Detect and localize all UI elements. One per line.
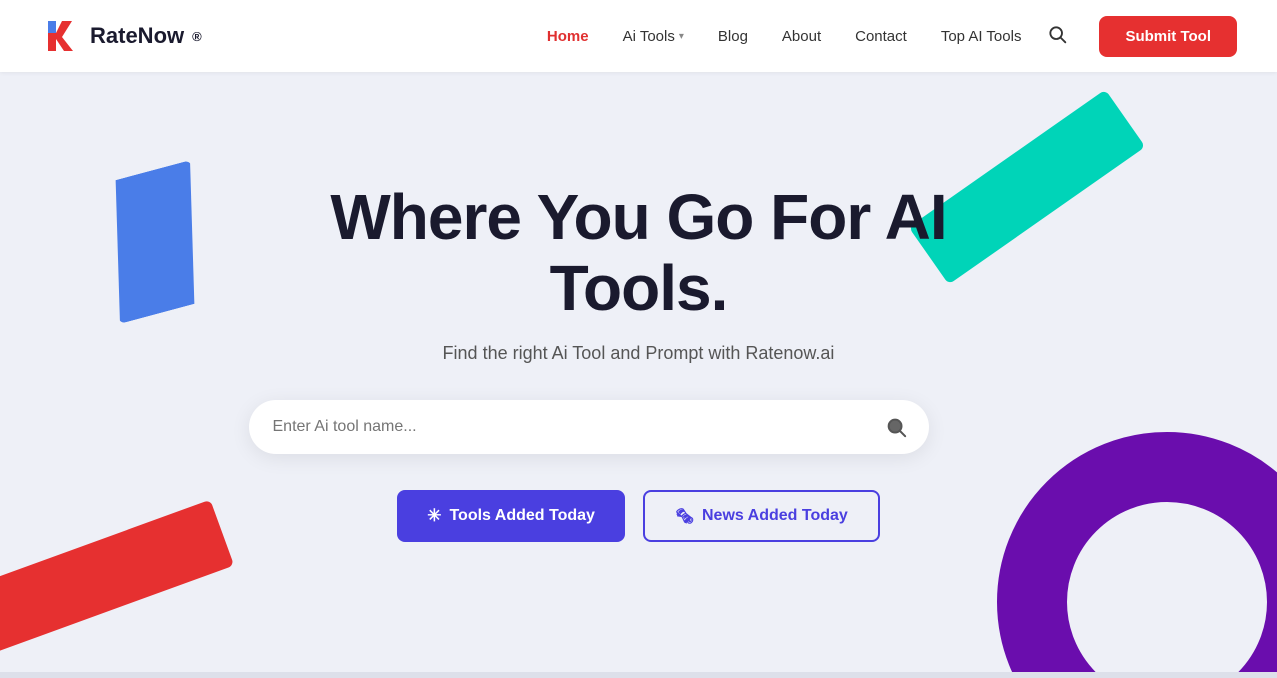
search-icon — [885, 416, 907, 438]
search-input[interactable] — [273, 418, 869, 436]
logo-link[interactable]: RateNow ® — [40, 15, 202, 57]
submit-tool-button[interactable]: Submit Tool — [1099, 16, 1237, 57]
nav-ai-tools[interactable]: Ai Tools ▾ — [609, 20, 698, 53]
bottom-divider — [0, 672, 1277, 678]
nav-links: Home Ai Tools ▾ Blog About Contact Top A… — [533, 20, 1036, 53]
search-bar — [249, 400, 929, 454]
nav-contact[interactable]: Contact — [841, 20, 921, 53]
nav-top-ai-tools[interactable]: Top AI Tools — [927, 20, 1036, 53]
hero-section: Where You Go For AI Tools. Find the righ… — [0, 72, 1277, 672]
newspaper-icon: 🗞 — [675, 507, 694, 525]
tools-added-today-button[interactable]: ✳ Tools Added Today — [397, 490, 625, 542]
decorative-purple-circle — [997, 432, 1277, 672]
hero-subtitle: Find the right Ai Tool and Prompt with R… — [249, 343, 1029, 364]
decorative-red-shape — [0, 500, 234, 655]
sparkle-icon: ✳ — [427, 506, 441, 526]
decorative-blue-shape — [84, 160, 226, 324]
navbar: RateNow ® Home Ai Tools ▾ Blog About Cont… — [0, 0, 1277, 72]
logo-text: RateNow — [90, 23, 184, 49]
search-submit-button[interactable] — [869, 406, 923, 448]
nav-home[interactable]: Home — [533, 20, 603, 53]
logo-symbol: ® — [192, 29, 202, 44]
nav-about[interactable]: About — [768, 20, 835, 53]
news-added-today-button[interactable]: 🗞 News Added Today — [643, 490, 880, 542]
hero-content: Where You Go For AI Tools. Find the righ… — [249, 182, 1029, 542]
nav-blog[interactable]: Blog — [704, 20, 762, 53]
logo-icon — [40, 15, 82, 57]
search-icon[interactable] — [1035, 16, 1079, 57]
hero-title: Where You Go For AI Tools. — [249, 182, 1029, 323]
chevron-down-icon: ▾ — [679, 31, 684, 42]
cta-buttons: ✳ Tools Added Today 🗞 News Added Today — [249, 490, 1029, 542]
